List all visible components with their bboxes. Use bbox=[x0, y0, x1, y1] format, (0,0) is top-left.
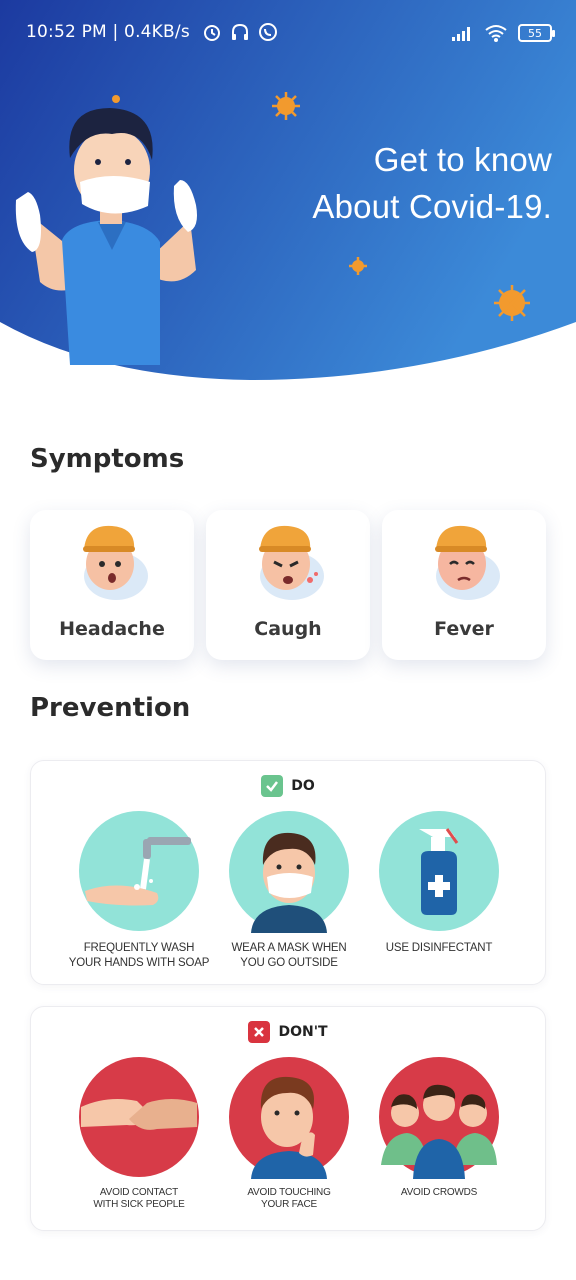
dont-caption-line1: AVOID CROWDS bbox=[400, 1187, 478, 1198]
do-caption-line1: USE DISINFECTANT bbox=[385, 942, 493, 954]
crowd-icon bbox=[379, 1057, 499, 1179]
symptom-label: Headache bbox=[59, 618, 165, 640]
dont-caption-line2: YOUR FACE bbox=[261, 1199, 317, 1210]
mask-person-icon bbox=[229, 811, 349, 933]
headphones-icon bbox=[231, 23, 248, 40]
status-bar: 10:52 PM | 0.4KB/s 55 bbox=[0, 0, 576, 66]
spray-bottle-icon bbox=[379, 811, 499, 931]
dont-item-crowds: AVOID CROWDS bbox=[364, 1055, 514, 1199]
symptom-label: Fever bbox=[434, 618, 494, 640]
do-caption-line2: YOU GO OUTSIDE bbox=[240, 957, 338, 969]
prevention-title: Prevention bbox=[30, 693, 191, 723]
do-item-disinfectant: USE DISINFECTANT bbox=[364, 809, 514, 956]
touching-face-icon bbox=[229, 1057, 349, 1179]
battery-level: 55 bbox=[528, 26, 542, 40]
dont-label: DON'T bbox=[278, 1024, 328, 1040]
do-header: DO bbox=[31, 775, 545, 797]
dont-caption-line1: AVOID CONTACT bbox=[99, 1187, 179, 1198]
battery-icon: 55 bbox=[518, 24, 555, 42]
cough-face-icon bbox=[259, 525, 324, 600]
dont-items: AVOID CONTACT WITH SICK PEOPLE AVOID TOU… bbox=[31, 1055, 545, 1225]
symptom-label: Caugh bbox=[254, 618, 322, 640]
symptom-card-fever[interactable]: Fever bbox=[382, 510, 546, 660]
do-caption-line1: FREQUENTLY WASH bbox=[83, 942, 195, 954]
handshake-icon bbox=[79, 1057, 199, 1177]
symptom-cards: Headache Caugh Fever bbox=[30, 510, 546, 660]
signal-icon bbox=[452, 27, 470, 41]
hero-title: Get to know About Covid-19. bbox=[222, 136, 552, 230]
wifi-icon bbox=[485, 25, 507, 42]
status-time-speed: 10:52 PM | 0.4KB/s bbox=[26, 22, 190, 42]
prevention-do-card: DO FREQUENTLY WASH YOUR HANDS WITH SOAP bbox=[30, 760, 546, 985]
symptom-card-caugh[interactable]: Caugh bbox=[206, 510, 370, 660]
do-label: DO bbox=[291, 778, 315, 794]
prevention-dont-card: DON'T AVOID CONTACT WITH SICK PEOPLE AVO… bbox=[30, 1006, 546, 1231]
cross-icon bbox=[248, 1021, 271, 1043]
alarm-icon bbox=[203, 25, 220, 41]
hand-wash-icon bbox=[79, 811, 199, 931]
dont-item-contact: AVOID CONTACT WITH SICK PEOPLE bbox=[64, 1055, 214, 1211]
symptoms-title: Symptoms bbox=[30, 444, 185, 474]
do-item-mask: WEAR A MASK WHEN YOU GO OUTSIDE bbox=[214, 809, 364, 971]
symptom-card-headache[interactable]: Headache bbox=[30, 510, 194, 660]
status-left: 10:52 PM | 0.4KB/s bbox=[26, 22, 278, 42]
status-right: 55 bbox=[452, 24, 555, 42]
dont-header: DON'T bbox=[31, 1021, 545, 1043]
do-caption-line1: WEAR A MASK WHEN bbox=[231, 942, 347, 954]
hero-title-line2: About Covid-19. bbox=[312, 188, 552, 225]
whatsapp-icon bbox=[258, 23, 277, 41]
dont-caption-line2: WITH SICK PEOPLE bbox=[93, 1199, 185, 1210]
do-item-wash-hands: FREQUENTLY WASH YOUR HANDS WITH SOAP bbox=[64, 809, 214, 971]
dont-caption-line1: AVOID TOUCHING bbox=[247, 1187, 331, 1198]
do-items: FREQUENTLY WASH YOUR HANDS WITH SOAP WEA… bbox=[31, 809, 545, 979]
hero-title-line1: Get to know bbox=[373, 141, 552, 178]
checkmark-icon bbox=[261, 775, 284, 797]
dont-item-touch-face: AVOID TOUCHING YOUR FACE bbox=[214, 1055, 364, 1211]
do-caption-line2: YOUR HANDS WITH SOAP bbox=[68, 957, 210, 969]
fever-face-icon bbox=[435, 525, 500, 600]
headache-face-icon bbox=[83, 525, 148, 600]
